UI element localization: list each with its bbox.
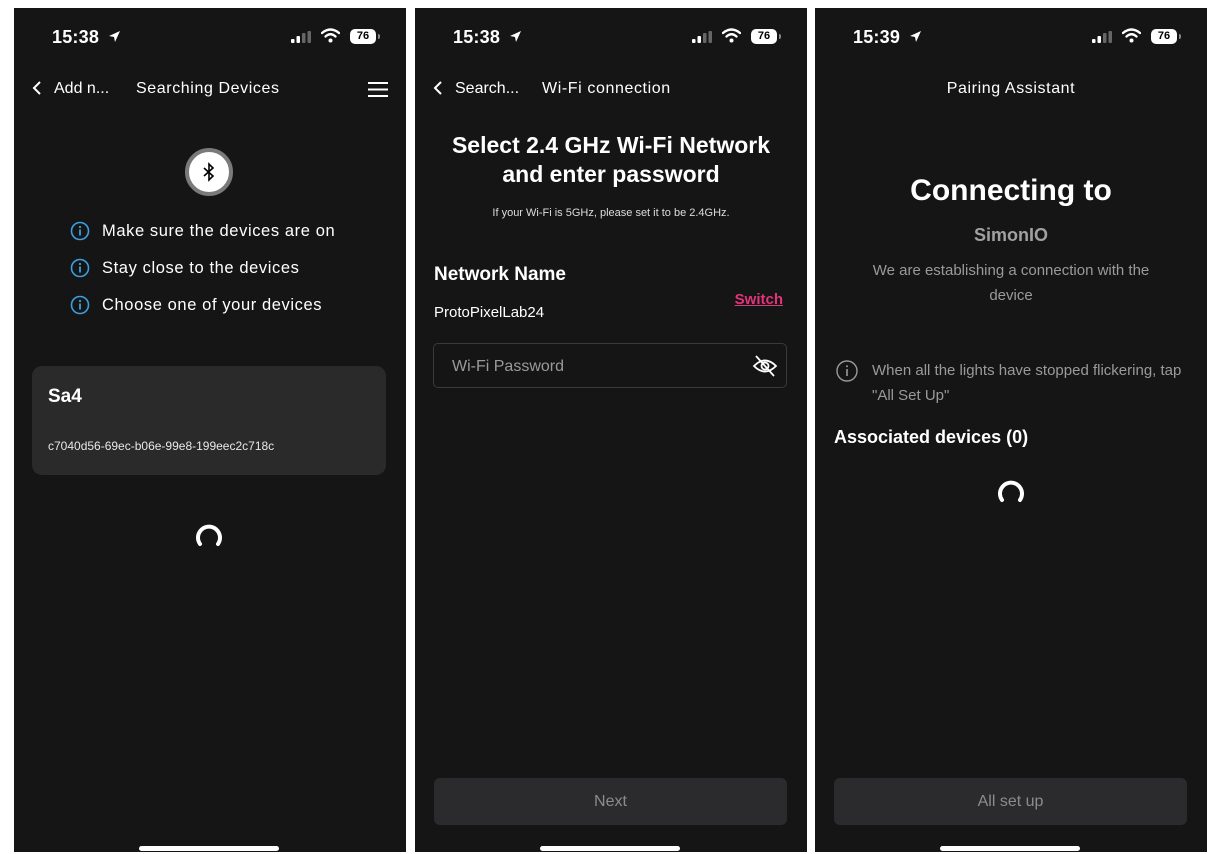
status-bar: 15:38 76	[14, 8, 406, 66]
loading-spinner-icon	[196, 524, 222, 546]
location-arrow-icon	[109, 31, 121, 42]
cellular-signal-icon	[1092, 31, 1112, 43]
nav-bar: Search... Wi-Fi connection	[415, 76, 807, 102]
network-name-label: Network Name	[434, 264, 566, 285]
switch-network-link[interactable]: Switch	[735, 291, 783, 308]
back-button-label[interactable]: Search...	[455, 80, 519, 98]
device-card[interactable]: Sa4 c7040d56-69ec-b06e-99e8-199eec2c718c	[32, 366, 386, 475]
screen-pairing-assistant: 15:39 76 Pairing Assistant Connecting to…	[815, 8, 1207, 852]
location-arrow-icon	[910, 31, 922, 42]
info-icon	[70, 295, 90, 315]
screen-wifi-connection: 15:38 76 Search... Wi-Fi connection Sele…	[415, 8, 807, 852]
status-time: 15:38	[52, 27, 100, 47]
screen-searching-devices: 15:38 76 Add n... Searching Devices Make…	[14, 8, 406, 852]
eye-slash-icon[interactable]	[752, 353, 778, 379]
wifi-icon	[1122, 28, 1141, 43]
loading-spinner-icon	[998, 480, 1024, 502]
status-time: 15:39	[853, 27, 901, 47]
page-title: Pairing Assistant	[946, 80, 1076, 97]
device-name: Sa4	[48, 386, 82, 407]
info-icon	[836, 360, 858, 382]
band-note: If your Wi-Fi is 5GHz, please set it to …	[492, 207, 730, 219]
tip-item: Make sure the devices are on	[70, 219, 335, 243]
bluetooth-icon	[203, 162, 215, 182]
wifi-icon	[722, 28, 741, 43]
status-bar: 15:39 76	[815, 8, 1207, 66]
password-input[interactable]	[450, 344, 744, 389]
connection-description: We are establishing a connection with th…	[872, 262, 1150, 304]
battery-indicator: 76	[350, 29, 380, 44]
battery-indicator: 76	[751, 29, 781, 44]
chevron-left-icon[interactable]	[433, 80, 443, 96]
cellular-signal-icon	[291, 31, 311, 43]
device-id: c7040d56-69ec-b06e-99e8-199eec2c718c	[48, 439, 275, 453]
pairing-note-text: When all the lights have stopped flicker…	[872, 362, 1182, 404]
headline: Select 2.4 GHz Wi-Fi Network and enter p…	[451, 132, 771, 187]
location-arrow-icon	[510, 31, 522, 42]
status-time-group: 15:38	[453, 27, 522, 48]
battery-indicator: 76	[1151, 29, 1181, 44]
status-time-group: 15:39	[853, 27, 922, 48]
tip-text: Make sure the devices are on	[102, 221, 336, 240]
bluetooth-badge	[185, 148, 233, 196]
back-button-label[interactable]: Add n...	[54, 80, 109, 98]
info-icon	[70, 258, 90, 278]
next-button[interactable]: Next	[434, 778, 787, 825]
page-title: Wi-Fi connection	[542, 80, 671, 97]
pairing-note: When all the lights have stopped flicker…	[835, 358, 1187, 408]
info-icon	[70, 221, 90, 241]
home-indicator	[139, 846, 279, 851]
associated-devices-heading: Associated devices (0)	[834, 427, 1029, 447]
network-name-value: ProtoPixelLab24	[434, 304, 545, 321]
tip-item: Choose one of your devices	[70, 293, 322, 317]
password-field[interactable]	[433, 343, 787, 389]
wifi-icon	[321, 28, 340, 43]
cellular-signal-icon	[692, 31, 712, 43]
status-time: 15:38	[453, 27, 501, 47]
tip-text: Stay close to the devices	[102, 258, 300, 277]
tip-text: Choose one of your devices	[102, 295, 323, 314]
nav-bar: Add n... Searching Devices	[14, 76, 406, 102]
status-time-group: 15:38	[52, 27, 121, 48]
page-title: Searching Devices	[136, 80, 280, 97]
nav-bar: Pairing Assistant	[815, 76, 1207, 102]
tip-item: Stay close to the devices	[70, 256, 300, 280]
chevron-left-icon[interactable]	[32, 80, 42, 96]
status-bar: 15:38 76	[415, 8, 807, 66]
all-set-up-button[interactable]: All set up	[834, 778, 1187, 825]
menu-icon[interactable]	[368, 82, 388, 97]
device-name: SimonIO	[973, 225, 1048, 245]
home-indicator	[540, 846, 680, 851]
connecting-title: Connecting to	[910, 174, 1112, 207]
home-indicator	[940, 846, 1080, 851]
